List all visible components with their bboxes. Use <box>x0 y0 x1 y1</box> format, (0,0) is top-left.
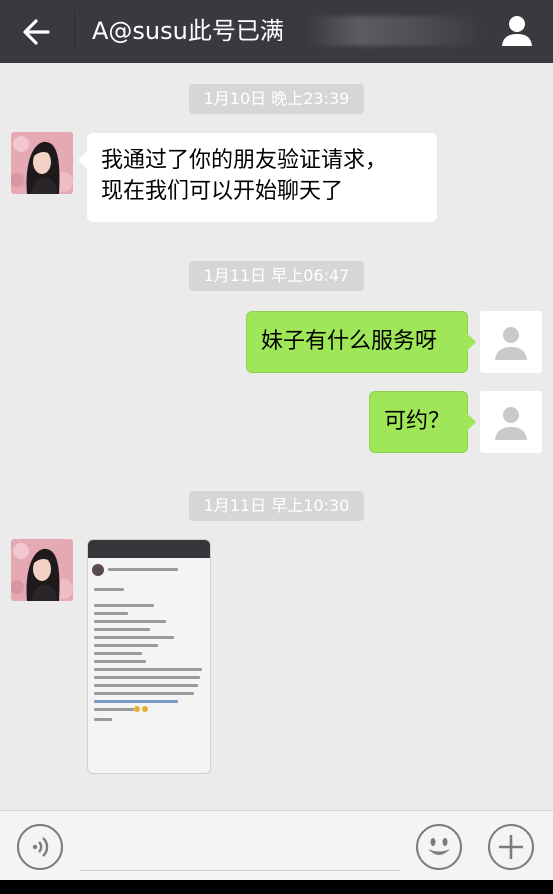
screenshot-emoji <box>134 706 140 712</box>
screenshot-text-line <box>94 652 142 655</box>
more-button[interactable] <box>488 824 534 870</box>
arrow-left-icon <box>23 19 50 45</box>
title-divider <box>74 12 75 50</box>
chat-profile-button[interactable] <box>494 8 540 54</box>
input-bar <box>0 810 553 881</box>
title-bar: A@susu此号已满 <box>0 0 553 63</box>
timestamp-text: 1月11日 早上10:30 <box>203 496 350 515</box>
timestamp-text: 1月11日 早上06:47 <box>203 266 350 285</box>
screenshot-link-line <box>94 700 178 703</box>
image-message[interactable] <box>87 539 211 774</box>
screenshot-avatar <box>92 564 104 576</box>
message-bubble-left[interactable]: 我通过了你的朋友验证请求， 现在我们可以开始聊天了 <box>78 133 437 222</box>
system-nav-bar <box>0 880 553 894</box>
screenshot-text-line <box>94 684 198 687</box>
voice-icon <box>32 837 49 857</box>
title-redaction <box>306 16 482 46</box>
default-avatar-icon <box>495 407 527 440</box>
message-text: 妹子有什么服务呀 <box>261 329 438 354</box>
screenshot-text-line <box>94 692 194 695</box>
screenshot-text-line <box>94 668 202 671</box>
contact-avatar[interactable] <box>11 132 73 194</box>
timestamp-text: 1月10日 晚上23:39 <box>203 89 350 108</box>
emoji-button[interactable] <box>416 824 462 870</box>
screenshot-text-line <box>94 612 128 615</box>
screenshot-header <box>88 540 210 558</box>
screenshot-text-line <box>94 718 112 721</box>
back-button[interactable] <box>18 12 58 52</box>
screenshot-text-line <box>94 604 154 607</box>
screenshot-text-line <box>94 620 166 623</box>
my-avatar[interactable] <box>480 391 542 453</box>
default-avatar-icon <box>495 327 527 360</box>
timestamp: 1月11日 早上10:30 <box>189 491 364 521</box>
screenshot-text-line <box>94 676 200 679</box>
screenshot-text-line <box>94 636 174 639</box>
contact-avatar-image <box>11 539 73 601</box>
message-text-line: 我通过了你的朋友验证请求， <box>101 148 388 173</box>
message-bubble-right[interactable]: 妹子有什么服务呀 <box>246 311 476 373</box>
smile-icon <box>428 838 450 855</box>
screenshot-text-line <box>94 644 158 647</box>
screenshot-text-line <box>94 660 146 663</box>
screenshot-emoji <box>142 706 148 712</box>
voice-button[interactable] <box>17 824 63 870</box>
person-icon <box>502 16 532 46</box>
contact-avatar-image <box>11 132 73 194</box>
message-text: 可约？ <box>384 409 451 434</box>
screenshot-text-line <box>108 568 178 571</box>
message-text-line: 现在我们可以开始聊天了 <box>101 179 344 204</box>
my-avatar[interactable] <box>480 311 542 373</box>
plus-icon <box>499 835 523 859</box>
timestamp: 1月11日 早上06:47 <box>189 261 364 291</box>
message-bubble-right[interactable]: 可约？ <box>369 391 476 453</box>
screenshot-text-line <box>94 708 134 711</box>
screenshot-text-line <box>94 588 124 591</box>
message-input[interactable] <box>80 870 400 871</box>
timestamp: 1月10日 晚上23:39 <box>189 84 364 114</box>
screenshot-text-line <box>94 628 150 631</box>
contact-avatar[interactable] <box>11 539 73 601</box>
